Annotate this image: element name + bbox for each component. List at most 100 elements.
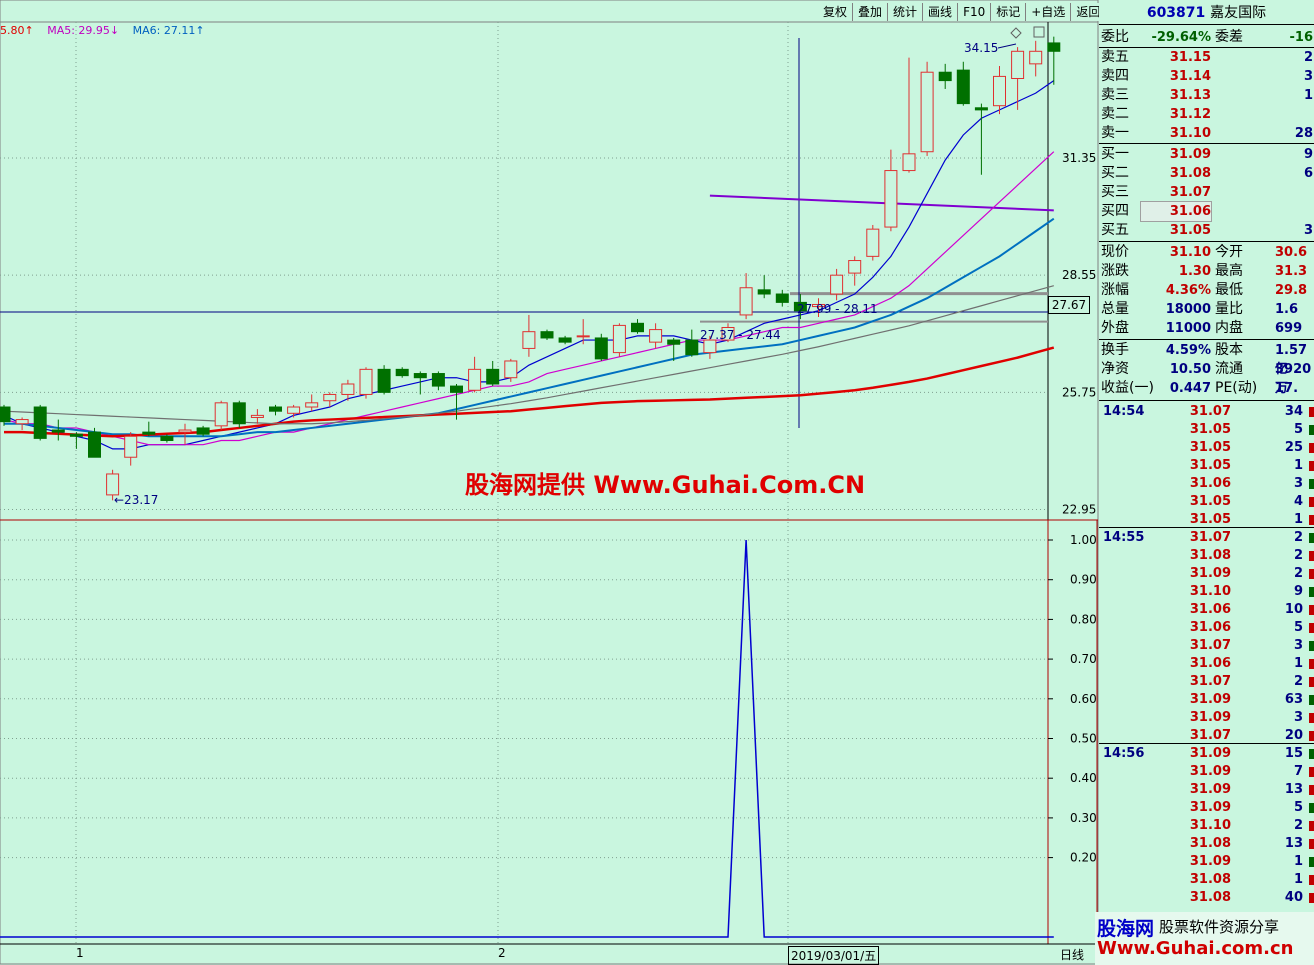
tick-volume: 13 [1284,782,1303,797]
overlay-button[interactable]: 叠加 [852,3,888,21]
tick-price: 31.09 [1189,710,1231,725]
tick-row: 31.08 1 [1101,871,1314,889]
tick-direction-mark [1309,461,1314,471]
candle-body [51,429,65,433]
ask-label: 卖二 [1101,106,1129,122]
tick-volume: 2 [1293,674,1303,689]
candle-body [287,406,301,414]
chart-toolbar: 复权 叠加 统计 画线 F10 标记 +自选 返回 [818,3,1106,21]
stat-label: 现价 [1101,244,1129,260]
watermark-text: 股海网提供 Www.Guhai.Com.CN [465,471,866,499]
tick-volume: 10 [1284,602,1303,617]
candle-body [830,274,844,295]
tick-volume: 2 [1293,548,1303,563]
candle-body [160,435,174,441]
tick-volume: 1 [1293,656,1303,671]
tick-row: 31.10 9 [1101,583,1314,601]
tick-row: 31.09 1 [1101,853,1314,871]
tick-direction-mark [1309,515,1314,525]
tick-volume: 15 [1284,746,1303,761]
candle-body [920,71,934,153]
candle-body [377,368,391,393]
candle-body [848,260,862,274]
candle-body [649,329,663,343]
period-label[interactable]: 日线 [1060,946,1084,963]
candle-body [504,360,518,379]
ask-price: 31.15 [1169,50,1211,65]
tick-row: 31.09 3 [1101,709,1314,727]
candle-body [540,331,554,339]
divider [1099,143,1314,144]
stat-row: 净资 10.50 流通 3920万 [1101,360,1312,396]
bid-row: 买三 31.07 [1101,183,1312,202]
stats-button[interactable]: 统计 [887,3,923,21]
tick-price: 31.09 [1189,800,1231,815]
stat-value: 10.50 [1169,362,1211,377]
tick-price: 31.09 [1189,692,1231,707]
ask-label: 卖五 [1101,49,1129,65]
tick-price: 31.08 [1189,872,1231,887]
indicator-tick-label: 0.60 [1070,692,1097,706]
tick-price: 31.07 [1189,404,1231,419]
tick-row: 31.06 10 [1101,601,1314,619]
tick-direction-mark [1309,443,1314,453]
tick-direction-mark [1309,605,1314,615]
candle-body [974,107,988,111]
candle-body [902,153,916,172]
tick-price: 31.08 [1189,836,1231,851]
candle-body [522,331,536,349]
site-logo: 股海网 股票软件资源分享 Www.Guhai.com.cn [1095,912,1314,965]
f10-button[interactable]: F10 [957,3,991,21]
band-annotation-lower: 27.37 - 27.44 [700,328,781,342]
add-favorite-button[interactable]: +自选 [1025,3,1071,21]
tick-row: 31.05 1 [1101,457,1314,475]
tick-volume: 3 [1293,638,1303,653]
current-price-tag: 27.67 [1048,296,1090,314]
bid-label: 买三 [1101,184,1129,200]
stat-label: 总量 [1101,301,1129,317]
candle-body [178,429,192,433]
bid-price: 31.06 [1140,201,1212,222]
price-tick-label: 28.55 [1062,268,1096,282]
tick-direction-mark [1309,479,1314,489]
candle-body [938,71,952,82]
stat-row: 涨幅 4.36% 最低 29.8 [1101,281,1312,300]
stat-label: 量比 [1215,301,1243,317]
stat-label: 涨幅 [1101,282,1129,298]
stat-value: 699 [1275,321,1303,336]
bid-price: 31.08 [1169,166,1211,181]
fuquan-button[interactable]: 复权 [818,3,853,21]
bid-row: 买五 31.05 3 [1101,221,1313,240]
tick-direction-mark [1309,677,1314,687]
tick-row: 31.05 25 [1101,439,1314,457]
tick-direction-mark [1309,839,1314,849]
weibi-value: -29.64% [1151,30,1211,45]
ask-row: 卖二 31.12 [1101,105,1312,124]
tick-volume: 1 [1293,872,1303,887]
stat-row: 现价 31.10 今开 30.6 [1101,243,1312,262]
stat-label: 净资 [1101,361,1129,377]
ask-volume: 28 [1294,126,1313,141]
stat-label: 股本 [1215,342,1243,358]
tick-divider [1099,527,1314,528]
indicator-tick-label: 1.00 [1070,533,1097,547]
date-mark-1: 1 [76,946,84,960]
tick-volume: 2 [1293,530,1303,545]
date-mark-current: 2019/03/01/五 [788,946,880,965]
tick-price: 31.09 [1189,746,1231,761]
bid-price: 31.05 [1169,223,1211,238]
band-annotation-upper: 27.99 - 28.11 [797,302,878,316]
candle-body [250,414,264,418]
stat-row: 外盘 11000 内盘 699 [1101,319,1312,338]
candle-body [956,69,970,105]
tick-direction-mark [1309,785,1314,795]
low-annotation: ←23.17 [114,493,158,507]
tick-volume: 4 [1293,494,1303,509]
ask-row: 卖一 31.10 28 [1101,124,1313,143]
candle-body [142,431,156,435]
mark-button[interactable]: 标记 [990,3,1026,21]
candle-body [431,373,445,387]
tick-volume: 3 [1293,710,1303,725]
tick-direction-mark [1309,821,1314,831]
draw-line-button[interactable]: 画线 [922,3,958,21]
